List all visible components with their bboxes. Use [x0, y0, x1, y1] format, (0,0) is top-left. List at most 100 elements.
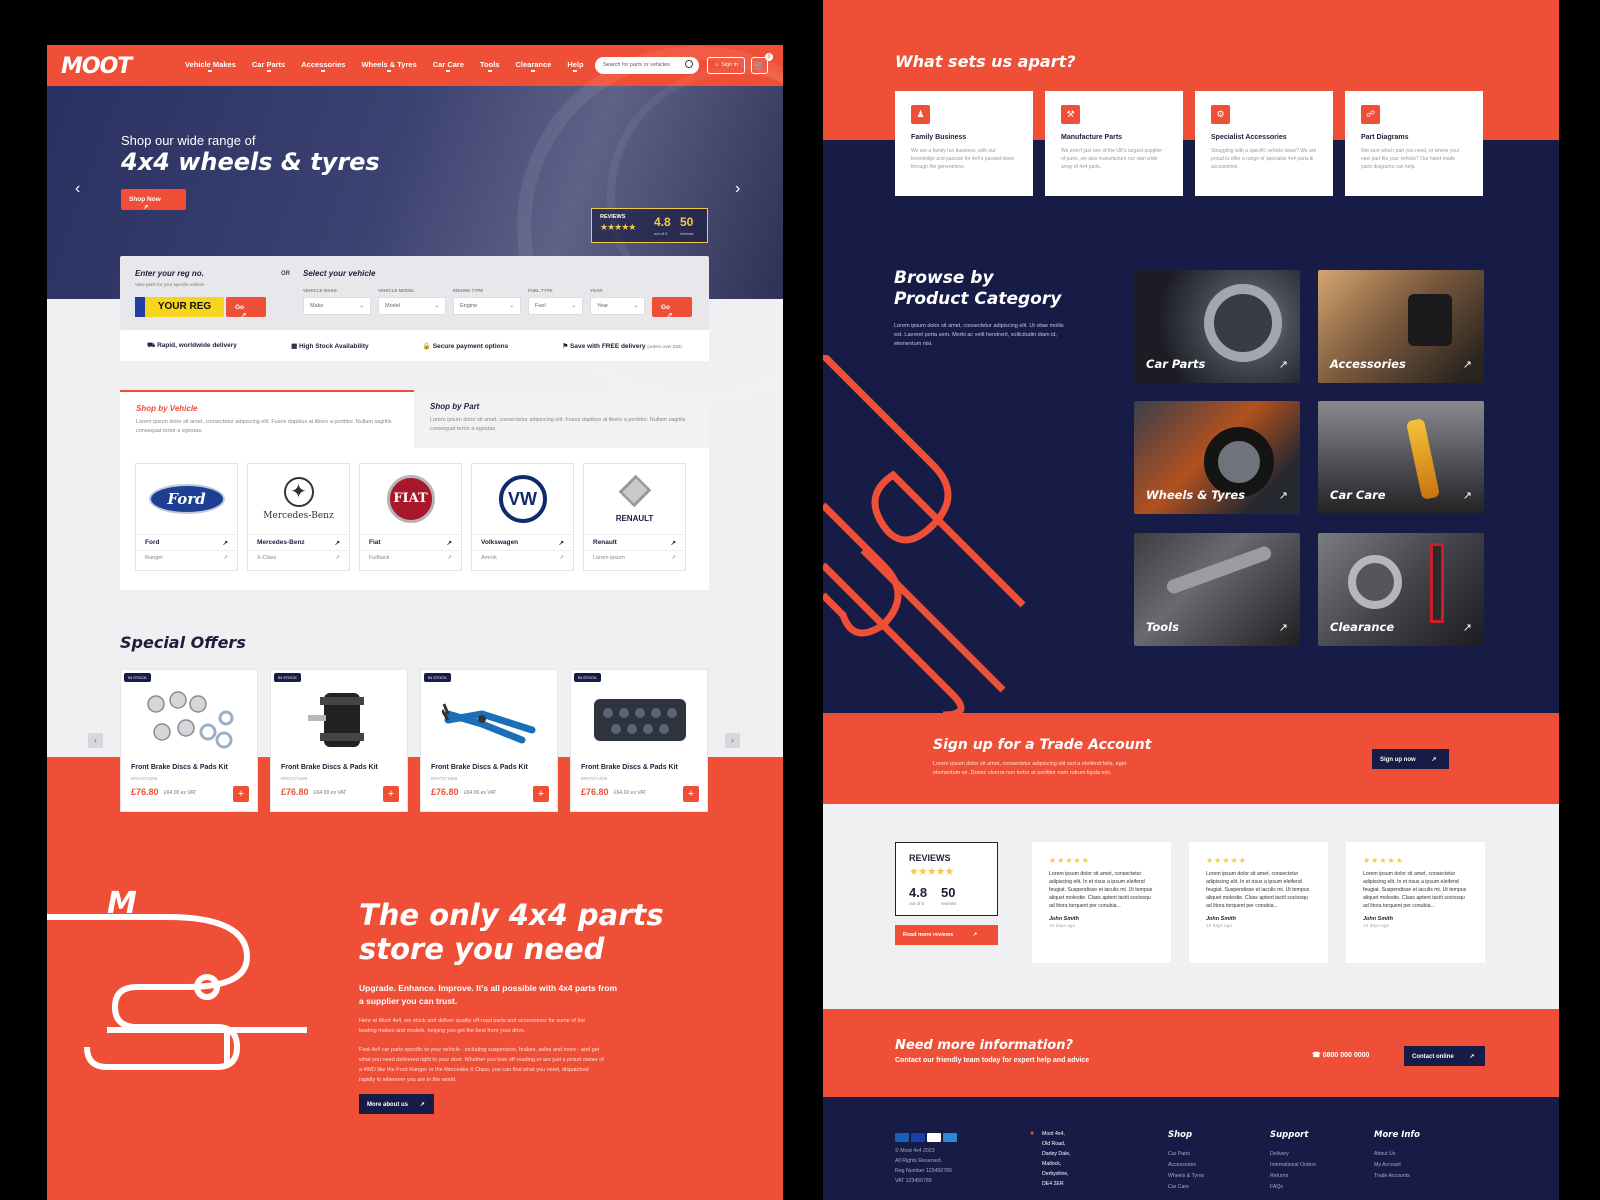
- product-card[interactable]: IN STOCK Front Brake Discs & Pads Kit BR…: [420, 669, 558, 812]
- brand-card-fiat[interactable]: FIAT Fiat ↗ Fullback ↗: [359, 463, 462, 571]
- review-text: Lorem ipsum dolor sit amet, consectetur …: [1206, 871, 1310, 909]
- category-tools[interactable]: Tools ↗: [1134, 533, 1300, 646]
- reviews-io-logo: REVIEWS: [600, 214, 626, 220]
- about-paragraph-2: Find 4x4 car parts specific to your vehi…: [359, 1047, 604, 1083]
- category-wheels-tyres[interactable]: Wheels & Tyres ↗: [1134, 401, 1300, 514]
- offers-prev-button[interactable]: ‹: [88, 733, 103, 748]
- footer-link[interactable]: Wheels & Tyres: [1168, 1173, 1204, 1179]
- star-rating-icon: ★★★★★: [1049, 856, 1090, 865]
- offers-next-button[interactable]: ›: [725, 733, 740, 748]
- footer-link[interactable]: Returns: [1270, 1173, 1288, 1179]
- model-value: Model: [385, 303, 400, 309]
- footer-link[interactable]: Car Parts: [1168, 1151, 1190, 1157]
- nav-wheels-tyres[interactable]: Wheels & Tyres: [353, 60, 424, 72]
- phone-link[interactable]: ☎ 0800 000 0000: [1312, 1051, 1369, 1059]
- product-price: £76.80: [581, 787, 609, 797]
- category-label: Accessories: [1330, 357, 1406, 371]
- contact-online-button[interactable]: Contact online ↗: [1404, 1046, 1485, 1066]
- nav-vehicle-makes[interactable]: Vehicle Makes: [177, 60, 244, 72]
- brand-card-ford[interactable]: Ford Ford ↗ Ranger ↗: [135, 463, 238, 571]
- amex-icon: [943, 1133, 957, 1142]
- read-more-reviews-button[interactable]: Read more reviews ↗: [895, 925, 998, 945]
- info-desc: Contact our friendly team today for expe…: [895, 1057, 1090, 1064]
- year-select[interactable]: Year ⌄: [590, 297, 645, 315]
- product-card[interactable]: IN STOCK Front Brake Discs & Pads Kit BR…: [570, 669, 708, 812]
- add-to-cart-button[interactable]: +: [383, 786, 399, 802]
- shop-now-button[interactable]: Shop Now ↗: [121, 189, 186, 211]
- footer-link[interactable]: International Orders: [1270, 1162, 1316, 1168]
- footer-link[interactable]: My Account: [1374, 1162, 1401, 1168]
- category-label: Wheels & Tyres: [1146, 488, 1246, 502]
- brand-name-label: Mercedes-Benz: [257, 539, 305, 546]
- nav-car-care[interactable]: Car Care: [425, 60, 472, 72]
- benefit-free-note: (orders over £50): [647, 343, 682, 349]
- truck-icon: ⛟: [147, 342, 156, 349]
- model-select[interactable]: Model ⌄: [378, 297, 446, 315]
- brand-name: Fiat ↗: [360, 534, 461, 550]
- vehicle-go-button[interactable]: Go ↗: [652, 297, 692, 319]
- disc-graphic: [1348, 555, 1402, 609]
- arrow-up-right-icon: ↗: [670, 540, 676, 547]
- nav-clearance[interactable]: Clearance: [507, 60, 559, 72]
- product-card[interactable]: IN STOCK Front Brake Discs & Pads Kit BR…: [120, 669, 258, 812]
- in-stock-badge: IN STOCK: [124, 673, 151, 682]
- sign-up-button[interactable]: Sign up now ↗: [1372, 749, 1449, 769]
- reviews-io-badge[interactable]: REVIEWS ★★★★★ 4.8 out of 5 50 reviews: [591, 208, 708, 243]
- brand-card-mercedes[interactable]: ✦ Mercedes-Benz Mercedes-Benz ↗ X-Class ↗: [247, 463, 350, 571]
- brand-name-label: Renault: [593, 539, 617, 546]
- special-offers-title: Special Offers: [120, 633, 246, 652]
- footer-address-line: DE4 2ER: [1042, 1181, 1064, 1187]
- tab-title: Shop by Vehicle: [136, 404, 198, 413]
- diagram-icon: ☍: [1361, 105, 1380, 124]
- footer-link[interactable]: Car Care: [1168, 1184, 1189, 1190]
- engine-select[interactable]: Engine ⌄: [453, 297, 521, 315]
- product-ex-vat: £64.00 ex VAT: [164, 790, 197, 796]
- brand-card-renault[interactable]: RENAULT Renault ↗ Lorem ipsum ↗: [583, 463, 686, 571]
- route-logo-letter: M: [107, 886, 137, 921]
- category-accessories[interactable]: Accessories ↗: [1318, 270, 1484, 383]
- fuel-select[interactable]: Fuel ⌄: [528, 297, 583, 315]
- brand-model-link[interactable]: Lorem ipsum ↗: [584, 550, 685, 565]
- reviews-summary-box: REVIEWS ★★★★★ 4.8 out of 5 50 reviews: [895, 842, 998, 916]
- brand-model-link[interactable]: Ranger ↗: [136, 550, 237, 565]
- brand-model-link[interactable]: X-Class ↗: [248, 550, 349, 565]
- category-car-care[interactable]: Car Care ↗: [1318, 401, 1484, 514]
- add-to-cart-button[interactable]: +: [683, 786, 699, 802]
- nav-accessories[interactable]: Accessories: [293, 60, 353, 72]
- benefit-free-delivery: ⚑ Save with FREE delivery (orders over £…: [562, 342, 681, 350]
- footer-link[interactable]: About Us: [1374, 1151, 1395, 1157]
- shock-absorber-graphic: [1430, 543, 1444, 623]
- brand-card-volkswagen[interactable]: VW Volkswagen ↗ Amrok ↗: [471, 463, 574, 571]
- review-author: John Smith: [1206, 916, 1236, 922]
- category-car-parts[interactable]: Car Parts ↗: [1134, 270, 1300, 383]
- make-select[interactable]: Make ⌄: [303, 297, 371, 315]
- add-to-cart-button[interactable]: +: [233, 786, 249, 802]
- product-sku: BR07871096: [431, 776, 458, 781]
- benefit-delivery-label: Rapid, worldwide delivery: [157, 342, 237, 349]
- product-card[interactable]: IN STOCK Front Brake Discs & Pads Kit BR…: [270, 669, 408, 812]
- add-to-cart-button[interactable]: +: [533, 786, 549, 802]
- reg-input[interactable]: YOUR REG: [135, 297, 224, 317]
- brand-model-link[interactable]: Amrok ↗: [472, 550, 573, 565]
- nav-tools[interactable]: Tools: [472, 60, 507, 72]
- nav-car-parts[interactable]: Car Parts: [244, 60, 293, 72]
- contact-section: Need more information? Contact our frien…: [823, 1009, 1559, 1097]
- reg-go-button[interactable]: Go ↗: [226, 297, 266, 319]
- category-label: Car Care: [1330, 488, 1386, 502]
- brand-model-link[interactable]: Fullback ↗: [360, 550, 461, 565]
- footer-link[interactable]: FAQs: [1270, 1184, 1283, 1190]
- more-about-us-button[interactable]: More about us ↗: [359, 1094, 434, 1114]
- reviews-io-logo: REVIEWS: [909, 853, 951, 863]
- nav-help[interactable]: Help: [559, 60, 591, 72]
- category-clearance[interactable]: Clearance ↗: [1318, 533, 1484, 646]
- site-logo[interactable]: MOOT: [61, 54, 132, 79]
- hero-prev-arrow-icon[interactable]: ‹: [75, 180, 80, 198]
- tab-shop-by-part[interactable]: Shop by Part Lorem ipsum dolor sit amet,…: [414, 390, 709, 448]
- hero-next-arrow-icon[interactable]: ›: [735, 180, 740, 198]
- footer-link[interactable]: Delivery: [1270, 1151, 1289, 1157]
- footer-link[interactable]: Trade Accounts: [1374, 1173, 1410, 1179]
- fuel-label: FUEL TYPE: [528, 288, 553, 293]
- reg-label: Enter your reg no.: [135, 269, 204, 278]
- footer-link[interactable]: Accessories: [1168, 1162, 1196, 1168]
- tab-shop-by-vehicle[interactable]: Shop by Vehicle Lorem ipsum dolor sit am…: [120, 390, 414, 448]
